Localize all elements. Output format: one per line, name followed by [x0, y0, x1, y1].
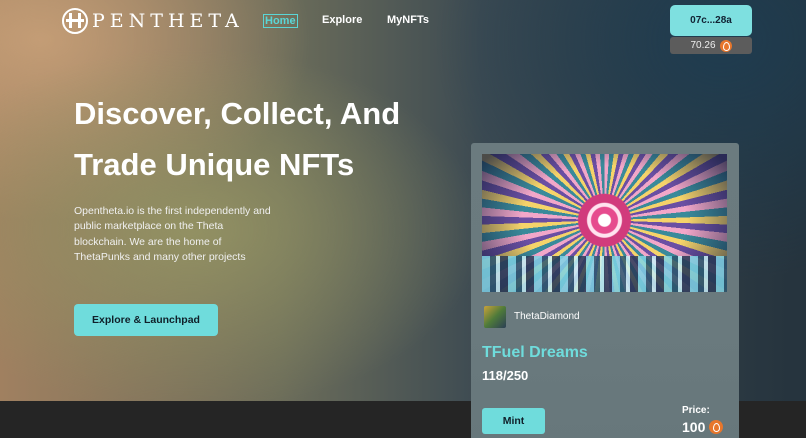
price-label: Price: [682, 405, 710, 416]
headline-line-2: Trade Unique NFTs [74, 147, 355, 182]
tfuel-icon [709, 420, 724, 434]
headline-line-1: Discover, Collect, And [74, 96, 401, 131]
hero-headline: Discover, Collect, And Trade Unique NFTs [74, 88, 400, 190]
creator-name[interactable]: ThetaDiamond [514, 311, 580, 322]
wallet-balance: 70.26 [670, 37, 752, 54]
balance-value: 70.26 [690, 40, 716, 51]
opentheta-logo[interactable]: PENTHETA [62, 7, 244, 35]
nft-title[interactable]: TFuel Dreams [482, 344, 588, 362]
mint-button[interactable]: Mint [482, 408, 545, 434]
wallet-address-button[interactable]: 07c...28a [670, 5, 752, 36]
creator-avatar[interactable] [484, 306, 506, 328]
tfuel-icon [719, 39, 732, 52]
nav-mynfts-link[interactable]: MyNFTs [387, 14, 429, 26]
nft-edition-count: 118/250 [482, 368, 529, 383]
nav-home-link[interactable]: Home [263, 14, 298, 28]
featured-nft-card[interactable]: ThetaDiamond TFuel Dreams 118/250 Mint P… [471, 143, 739, 438]
price-amount: 100 [682, 419, 706, 435]
theta-logo-icon [62, 8, 88, 34]
logo-text: PENTHETA [92, 10, 244, 32]
nav-explore-link[interactable]: Explore [322, 14, 362, 26]
explore-launchpad-button[interactable]: Explore & Launchpad [74, 304, 218, 336]
price-value: 100 [682, 419, 724, 435]
nft-artwork-image[interactable] [482, 154, 727, 292]
hero-description: Opentheta.io is the first independently … [74, 205, 271, 263]
